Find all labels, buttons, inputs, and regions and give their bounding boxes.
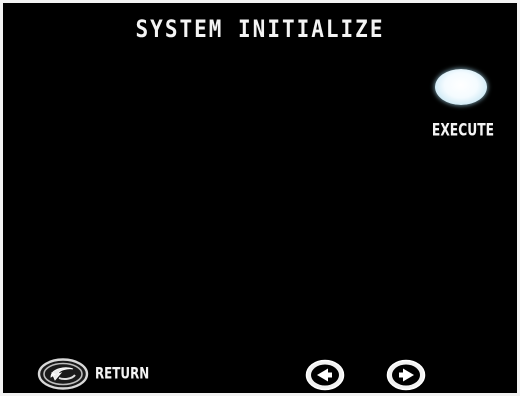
next-page-button[interactable]: [386, 359, 426, 391]
system-initialize-screen: SYSTEM INITIALIZE EXECUTE RETURN: [0, 0, 520, 396]
return-label: RETURN: [95, 364, 150, 384]
previous-page-button[interactable]: [305, 359, 345, 391]
left-arrow-icon[interactable]: [305, 359, 345, 391]
return-button[interactable]: RETURN: [37, 358, 159, 390]
oval-button-icon[interactable]: [435, 69, 487, 105]
page-title: SYSTEM INITIALIZE: [135, 15, 385, 43]
execute-button[interactable]: EXECUTE: [431, 69, 509, 149]
right-arrow-icon[interactable]: [386, 359, 426, 391]
return-icon[interactable]: [37, 358, 89, 390]
execute-label: EXECUTE: [431, 120, 495, 140]
